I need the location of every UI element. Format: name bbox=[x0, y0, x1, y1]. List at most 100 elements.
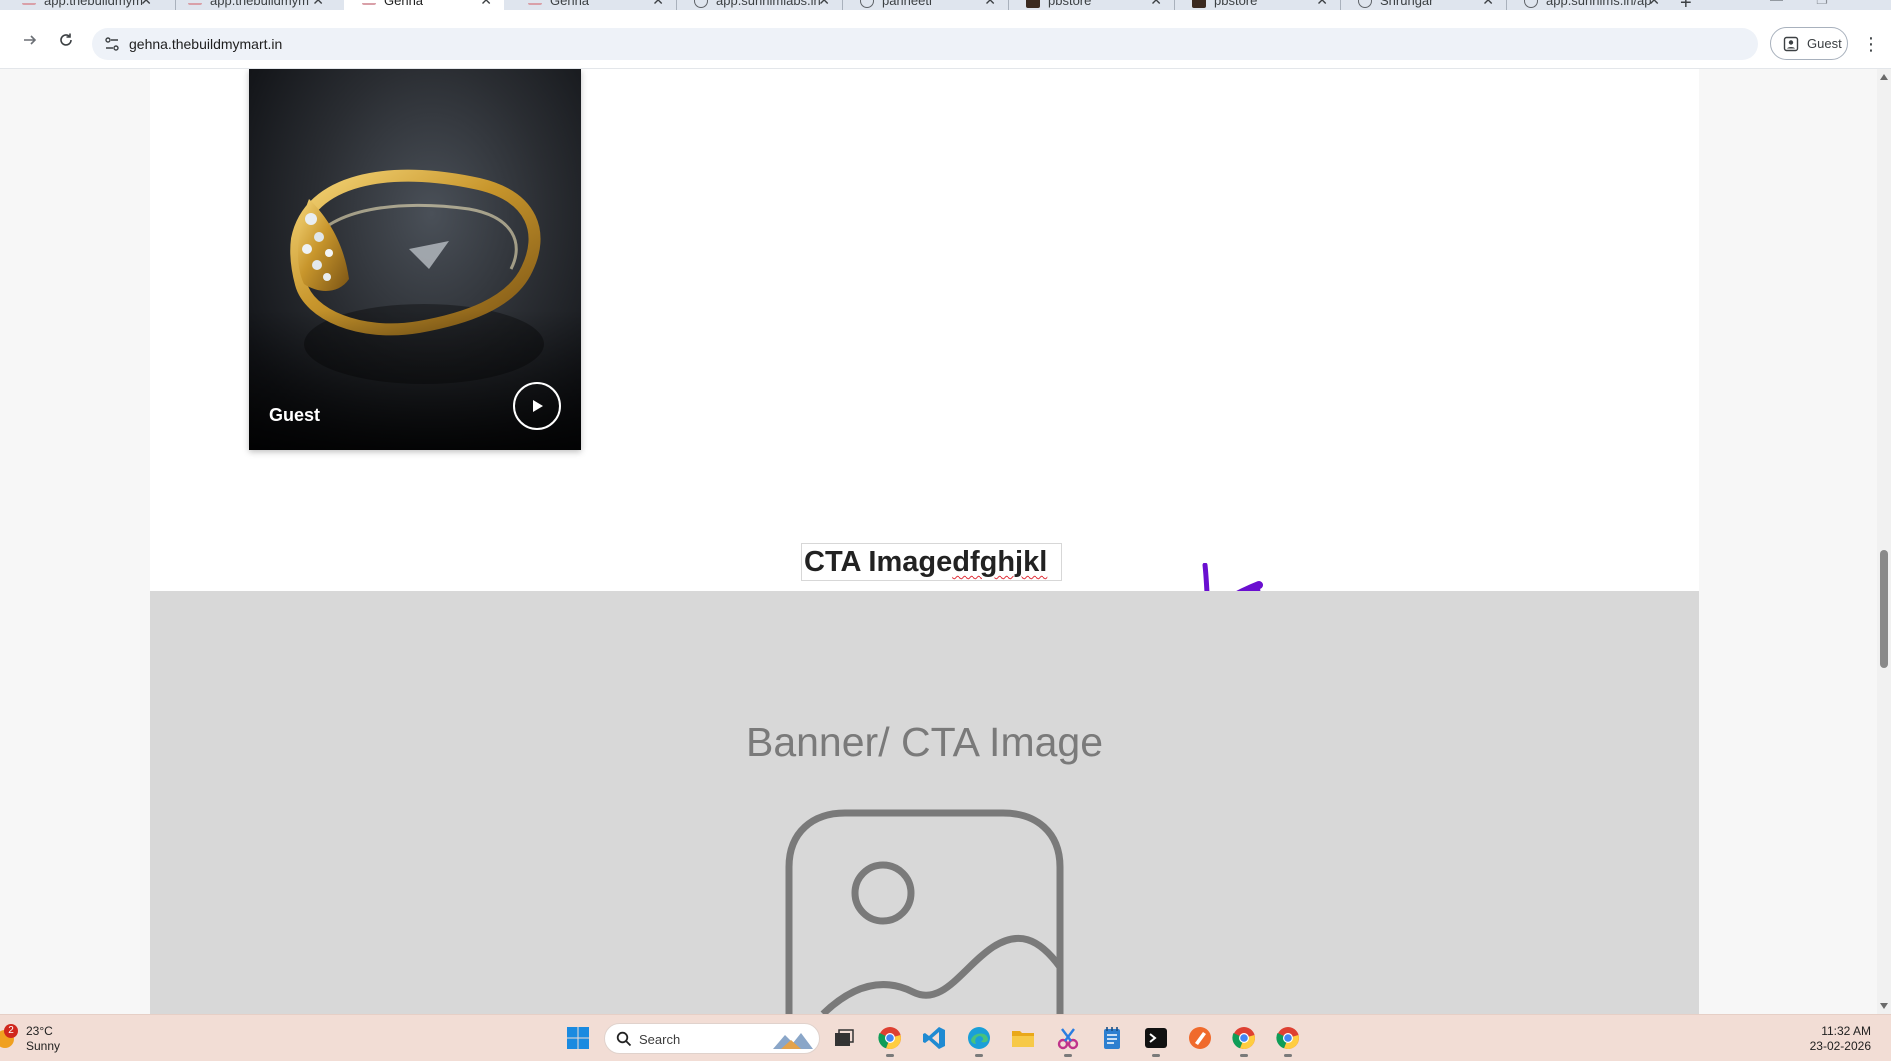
page-viewport: Guest CTA Imagedfghjkl Banner/ CTA Image bbox=[0, 69, 1877, 1014]
store-logo-icon bbox=[1026, 0, 1040, 8]
tab-title: pbstore bbox=[1048, 0, 1092, 8]
play-button[interactable] bbox=[513, 382, 561, 430]
close-icon[interactable]: ✕ bbox=[140, 0, 152, 9]
play-icon bbox=[533, 400, 543, 412]
gehna-logo-icon bbox=[22, 0, 36, 5]
profile-label: Guest bbox=[1807, 36, 1842, 51]
tab-title: parineeti bbox=[882, 0, 932, 8]
profile-icon bbox=[1783, 36, 1799, 51]
address-bar[interactable]: gehna.thebuildmymart.in bbox=[92, 28, 1758, 60]
sketch-app-icon[interactable] bbox=[1187, 1025, 1213, 1051]
page-content: Guest CTA Imagedfghjkl Banner/ CTA Image bbox=[150, 69, 1699, 1014]
weather-condition: Sunny bbox=[26, 1039, 61, 1053]
clock-time: 11:32 AM bbox=[1821, 1024, 1871, 1038]
minimize-icon[interactable]: — bbox=[1770, 0, 1783, 7]
banner-title: Banner/ CTA Image bbox=[745, 719, 1104, 765]
reload-icon[interactable] bbox=[54, 28, 78, 52]
tab-parineeti[interactable]: parineeti ✕ bbox=[842, 0, 1008, 10]
tab-pbstore-2[interactable]: pbstore ✕ bbox=[1174, 0, 1340, 10]
weather-temperature: 23°C bbox=[26, 1024, 53, 1038]
cta-heading-text: CTA Image bbox=[804, 546, 953, 578]
cta-heading-editable[interactable]: CTA Imagedfghjkl bbox=[801, 543, 1063, 581]
gehna-logo-icon bbox=[188, 0, 202, 5]
video-caption: Guest bbox=[269, 405, 321, 425]
chrome-icon[interactable] bbox=[1231, 1025, 1257, 1057]
cta-banner[interactable]: Banner/ CTA Image bbox=[150, 591, 1699, 1014]
tab-gehna-active[interactable]: Gehna ✕ bbox=[344, 0, 504, 10]
close-icon[interactable]: ✕ bbox=[1316, 0, 1328, 9]
tab-app-thebuildmymart-1[interactable]: app.thebuildmym ✕ bbox=[4, 0, 164, 10]
close-icon[interactable]: ✕ bbox=[1482, 0, 1494, 9]
snipping-tool-icon[interactable] bbox=[1055, 1025, 1081, 1057]
globe-icon bbox=[1524, 0, 1538, 8]
tab-title: Gehna bbox=[384, 0, 424, 8]
running-indicator bbox=[886, 1054, 894, 1057]
browser-toolbar: gehna.thebuildmymart.in Guest ⋮ bbox=[0, 10, 1891, 69]
search-label: Search bbox=[639, 1032, 681, 1047]
tab-strip: app.thebuildmym ✕ app.thebuildmym ✕ Gehn… bbox=[0, 0, 1891, 10]
close-icon[interactable]: ✕ bbox=[1150, 0, 1162, 9]
scroll-up-icon[interactable] bbox=[1880, 74, 1888, 80]
site-info-icon[interactable] bbox=[102, 34, 122, 54]
restore-icon[interactable]: ❐ bbox=[1816, 0, 1828, 8]
tab-shrungar[interactable]: Shrungar ✕ bbox=[1340, 0, 1506, 10]
tab-title: pbstore bbox=[1214, 0, 1258, 8]
store-logo-icon bbox=[1192, 0, 1206, 8]
video-card[interactable]: Guest bbox=[249, 69, 581, 450]
running-indicator bbox=[1152, 1054, 1160, 1057]
taskbar-search[interactable]: Search bbox=[604, 1023, 820, 1054]
chrome-icon[interactable] bbox=[1275, 1025, 1301, 1057]
tab-title: app.thebuildmym bbox=[44, 0, 143, 8]
tab-title: Shrungar bbox=[1380, 0, 1434, 8]
gehna-logo-icon bbox=[362, 0, 376, 5]
new-tab-icon[interactable]: + bbox=[1680, 0, 1692, 10]
close-icon[interactable]: ✕ bbox=[1648, 0, 1660, 9]
edge-icon[interactable] bbox=[966, 1025, 992, 1057]
system-clock[interactable]: 11:32 AM 23-02-2026 bbox=[1810, 1024, 1871, 1054]
windows-start-icon[interactable] bbox=[565, 1025, 591, 1051]
page-scrollbar[interactable] bbox=[1877, 69, 1891, 1014]
profile-button[interactable]: Guest bbox=[1770, 27, 1848, 60]
close-icon[interactable]: ✕ bbox=[312, 0, 324, 9]
forward-icon[interactable] bbox=[18, 28, 42, 52]
close-icon[interactable]: ✕ bbox=[652, 0, 664, 9]
scrollbar-thumb[interactable] bbox=[1880, 550, 1888, 668]
close-icon[interactable]: ✕ bbox=[818, 0, 830, 9]
chrome-icon[interactable] bbox=[877, 1025, 903, 1057]
search-highlight-icon bbox=[773, 1033, 813, 1049]
scroll-down-icon[interactable] bbox=[1880, 1003, 1888, 1009]
tab-title: app.thebuildmym bbox=[210, 0, 309, 8]
weather-widget[interactable]: 2 23°C Sunny bbox=[0, 1024, 61, 1054]
running-indicator bbox=[1064, 1054, 1072, 1057]
more-menu-icon[interactable]: ⋮ bbox=[1862, 32, 1880, 56]
tab-app-thebuildmymart-2[interactable]: app.thebuildmym ✕ bbox=[170, 0, 336, 10]
terminal-icon[interactable] bbox=[1143, 1025, 1169, 1057]
notepad-icon[interactable] bbox=[1099, 1025, 1125, 1051]
running-indicator bbox=[975, 1054, 983, 1057]
tab-gehna[interactable]: Gehna ✕ bbox=[510, 0, 676, 10]
url-text: gehna.thebuildmymart.in bbox=[129, 36, 283, 52]
tab-pbstore-1[interactable]: pbstore ✕ bbox=[1008, 0, 1174, 10]
windows-taskbar: 2 23°C Sunny Search 11:32 AM 23-02-2026 bbox=[0, 1014, 1891, 1061]
task-view-icon[interactable] bbox=[831, 1025, 857, 1051]
running-indicator bbox=[1284, 1054, 1292, 1057]
tab-app-sunhimlabs[interactable]: app.sunhimlabs.in ✕ bbox=[676, 0, 842, 10]
search-icon bbox=[616, 1031, 632, 1047]
image-placeholder-icon bbox=[785, 809, 1064, 1014]
file-explorer-icon[interactable] bbox=[1010, 1025, 1036, 1051]
globe-icon bbox=[694, 0, 708, 8]
globe-icon bbox=[860, 0, 874, 8]
tab-title: app.sunhims.in/ap bbox=[1546, 0, 1652, 8]
tab-title: app.sunhimlabs.in bbox=[716, 0, 821, 8]
running-indicator bbox=[1240, 1054, 1248, 1057]
tab-title: Gehna bbox=[550, 0, 590, 8]
cta-heading-misspelled-text: dfghjkl bbox=[952, 546, 1048, 578]
vscode-icon[interactable] bbox=[921, 1025, 947, 1051]
globe-icon bbox=[1358, 0, 1372, 8]
gehna-logo-icon bbox=[528, 0, 542, 5]
close-icon[interactable]: ✕ bbox=[480, 0, 492, 9]
notification-badge: 2 bbox=[4, 1024, 18, 1038]
tab-app-sunhims[interactable]: app.sunhims.in/ap ✕ bbox=[1506, 0, 1672, 10]
close-icon[interactable]: ✕ bbox=[984, 0, 996, 9]
clock-date: 23-02-2026 bbox=[1809, 1039, 1871, 1053]
